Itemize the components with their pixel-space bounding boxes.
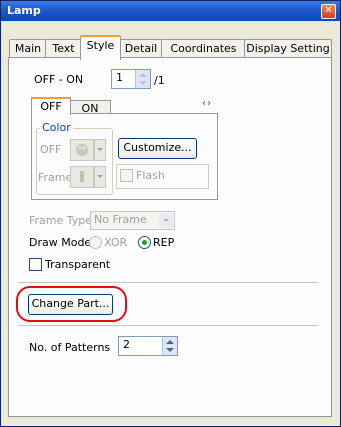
xor-radio[interactable] <box>89 236 102 249</box>
highlight-circle <box>16 286 127 322</box>
frame-type-label: Frame Type <box>29 214 93 227</box>
divider <box>18 282 318 283</box>
draw-mode-label: Draw Mode <box>29 236 92 249</box>
transparent-label: Transparent <box>45 258 111 271</box>
close-icon[interactable]: ✕ <box>321 4 336 19</box>
rep-radio[interactable] <box>138 236 151 249</box>
color-group-title: Color <box>40 121 73 134</box>
patterns-label: No. of Patterns <box>29 341 111 354</box>
off-on-value: 1 <box>116 71 123 84</box>
state-tab-on[interactable]: ON <box>69 100 111 115</box>
spin-arrows-icon[interactable] <box>162 337 177 355</box>
off-on-total: /1 <box>154 74 165 87</box>
title-bar[interactable]: Lamp ✕ <box>1 1 340 21</box>
flash-checkbox[interactable] <box>120 169 133 182</box>
brush-icon[interactable] <box>70 166 94 188</box>
off-on-stepper[interactable]: 1 <box>111 69 151 89</box>
tab-text[interactable]: Text <box>45 39 82 58</box>
off-color-dropdown[interactable] <box>94 139 106 161</box>
tab-style[interactable]: Style <box>80 35 121 60</box>
frame-type-value: No Frame <box>94 213 147 226</box>
frame-color-label: Frame <box>38 171 73 184</box>
off-color-label: OFF <box>40 143 62 156</box>
tab-scroll-arrows-icon[interactable]: ‹› <box>202 98 212 109</box>
state-tab-off[interactable]: OFF <box>31 97 71 115</box>
window-title: Lamp <box>7 4 41 17</box>
tab-coordinates[interactable]: Coordinates <box>161 39 246 58</box>
palette-icon[interactable] <box>70 139 94 161</box>
tab-main[interactable]: Main <box>9 39 47 58</box>
off-on-label: OFF - ON <box>34 73 84 86</box>
divider <box>18 325 318 326</box>
frame-type-select[interactable]: No Frame <box>90 211 175 230</box>
patterns-stepper[interactable]: 2 <box>118 336 178 356</box>
patterns-value: 2 <box>123 338 130 351</box>
frame-color-dropdown[interactable] <box>94 166 106 188</box>
lamp-dialog: Lamp ✕ Main Text Style Detail Coordinate… <box>0 0 341 427</box>
tab-detail[interactable]: Detail <box>119 39 163 58</box>
flash-label: Flash <box>136 169 165 182</box>
xor-label: XOR <box>104 236 128 249</box>
chevron-down-icon[interactable] <box>159 213 173 228</box>
customize-button[interactable]: Customize... <box>118 138 197 159</box>
tab-display-setting[interactable]: Display Setting <box>244 39 332 58</box>
rep-label: REP <box>153 236 175 249</box>
spin-arrows-icon[interactable] <box>135 70 150 88</box>
transparent-checkbox[interactable] <box>29 258 42 271</box>
